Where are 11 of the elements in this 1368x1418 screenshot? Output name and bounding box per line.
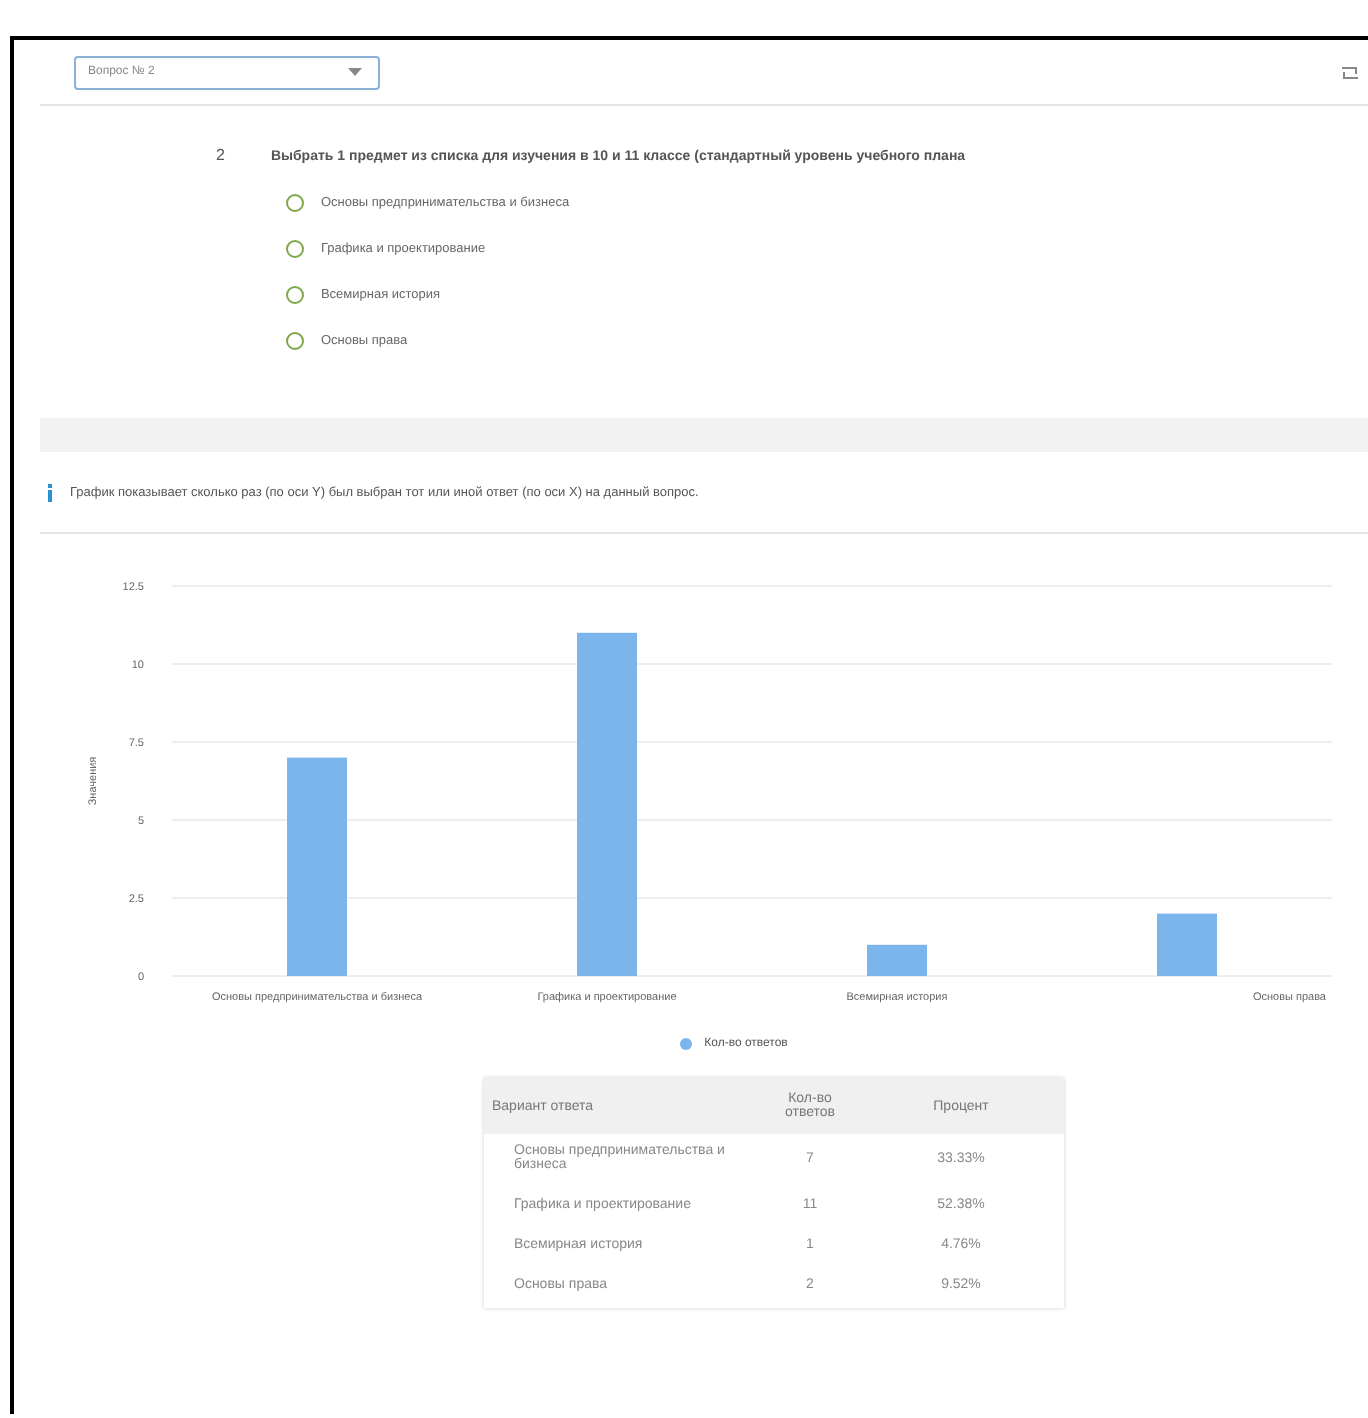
radio-button[interactable]	[286, 286, 305, 304]
radio-button[interactable]	[286, 194, 305, 212]
radio-button[interactable]	[286, 240, 305, 258]
refresh-icon[interactable]	[1340, 63, 1360, 81]
info-icon	[46, 483, 54, 501]
question-number: 2	[216, 146, 225, 168]
caret-icon	[348, 68, 362, 76]
legend-dot	[680, 1038, 693, 1050]
bar	[1157, 913, 1217, 976]
bar	[867, 944, 927, 976]
radio-button[interactable]	[286, 332, 305, 350]
